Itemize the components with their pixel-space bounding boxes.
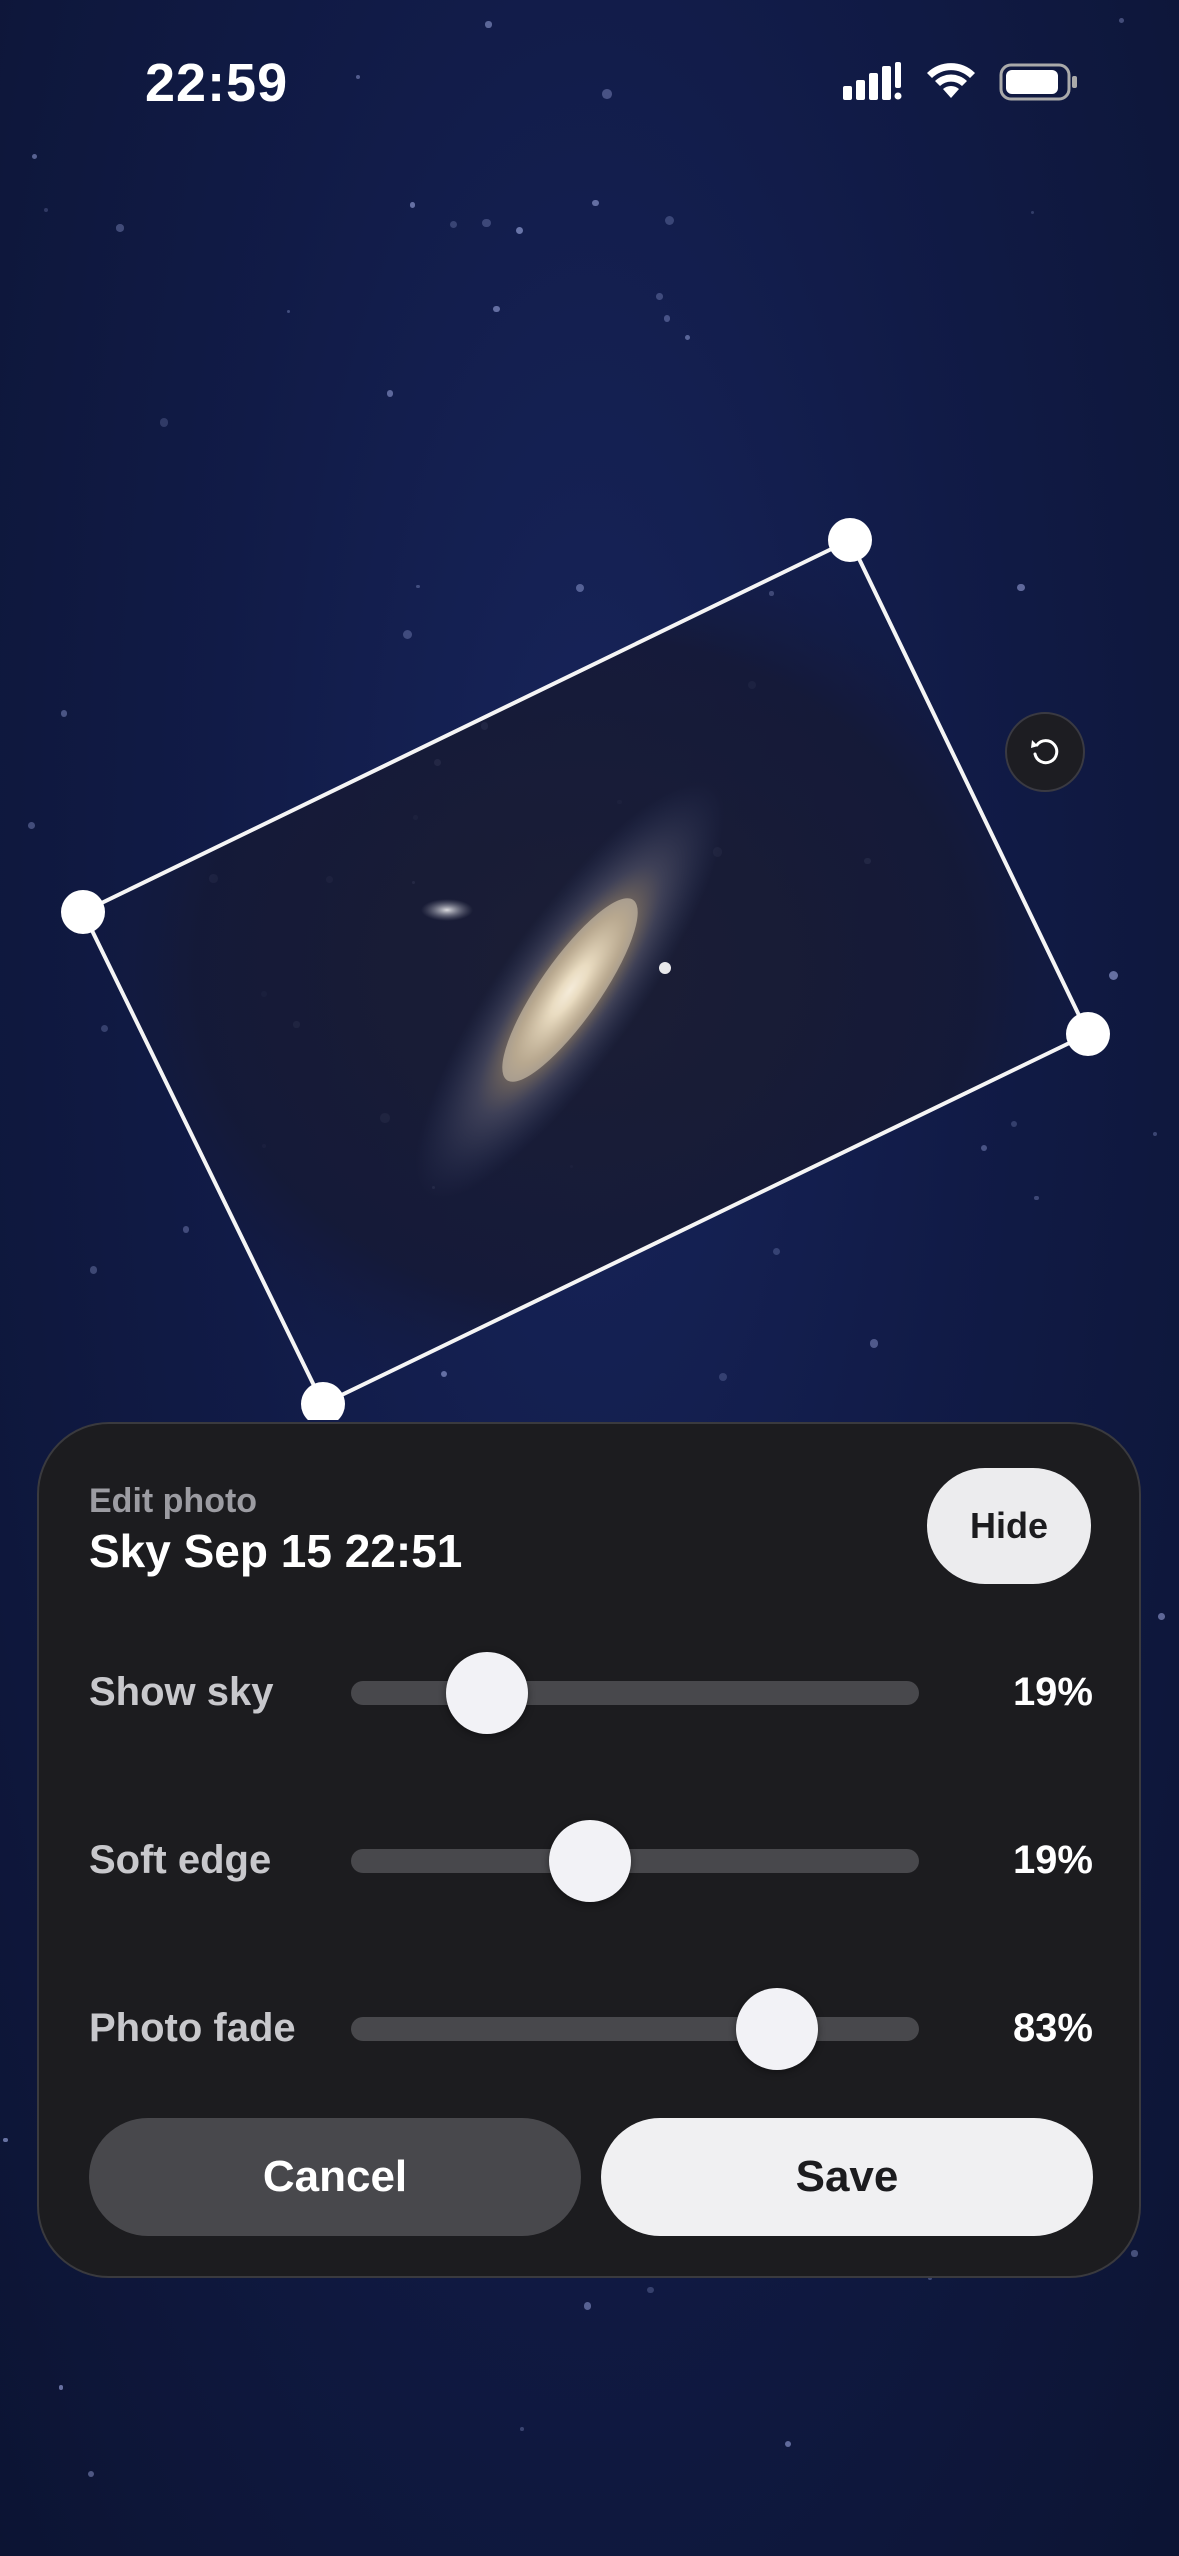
star [58,2385,63,2390]
crop-handle-top[interactable] [828,518,872,562]
panel-subtitle: Edit photo [89,1482,258,1520]
rotate-ccw-icon [1031,739,1059,765]
slider-row-soft-edge: Soft edge 19% [89,1816,1093,1906]
slider-value: 19% [1012,1670,1093,1714]
edit-photo-panel: Edit photo Sky Sep 15 22:51 Hide Show sk… [37,1422,1141,2278]
slider-thumb[interactable] [736,1988,818,2070]
star [3,2137,8,2142]
slider-thumb[interactable] [548,1820,631,1902]
star [519,2427,524,2432]
star [1131,2250,1138,2257]
photo-overlay[interactable] [0,0,1179,1420]
slider-label: Photo fade [89,2006,296,2050]
crop-handle-right[interactable] [1066,1012,1110,1056]
save-button[interactable]: Save [601,2118,1093,2236]
slider-value: 19% [1012,1838,1093,1882]
soft-edge-slider[interactable] [351,1820,919,1902]
slider-thumb[interactable] [446,1652,529,1734]
star [784,2440,791,2447]
cancel-button[interactable]: Cancel [89,2118,581,2236]
star [583,2302,592,2310]
photo-fade-slider[interactable] [351,1988,919,2070]
slider-value: 83% [1012,2006,1093,2050]
slider-row-show-sky: Show sky 19% [89,1648,1093,1738]
star [647,2286,654,2293]
slider-row-photo-fade: Photo fade 83% [89,1984,1093,2074]
hide-button[interactable]: Hide [927,1468,1091,1584]
slider-label: Show sky [89,1670,274,1714]
show-sky-slider[interactable] [351,1652,919,1734]
rotate-button[interactable] [1005,712,1085,792]
slider-label: Soft edge [89,1838,272,1882]
panel-title: Sky Sep 15 22:51 [89,1525,463,1577]
crop-handle-left[interactable] [61,890,105,934]
